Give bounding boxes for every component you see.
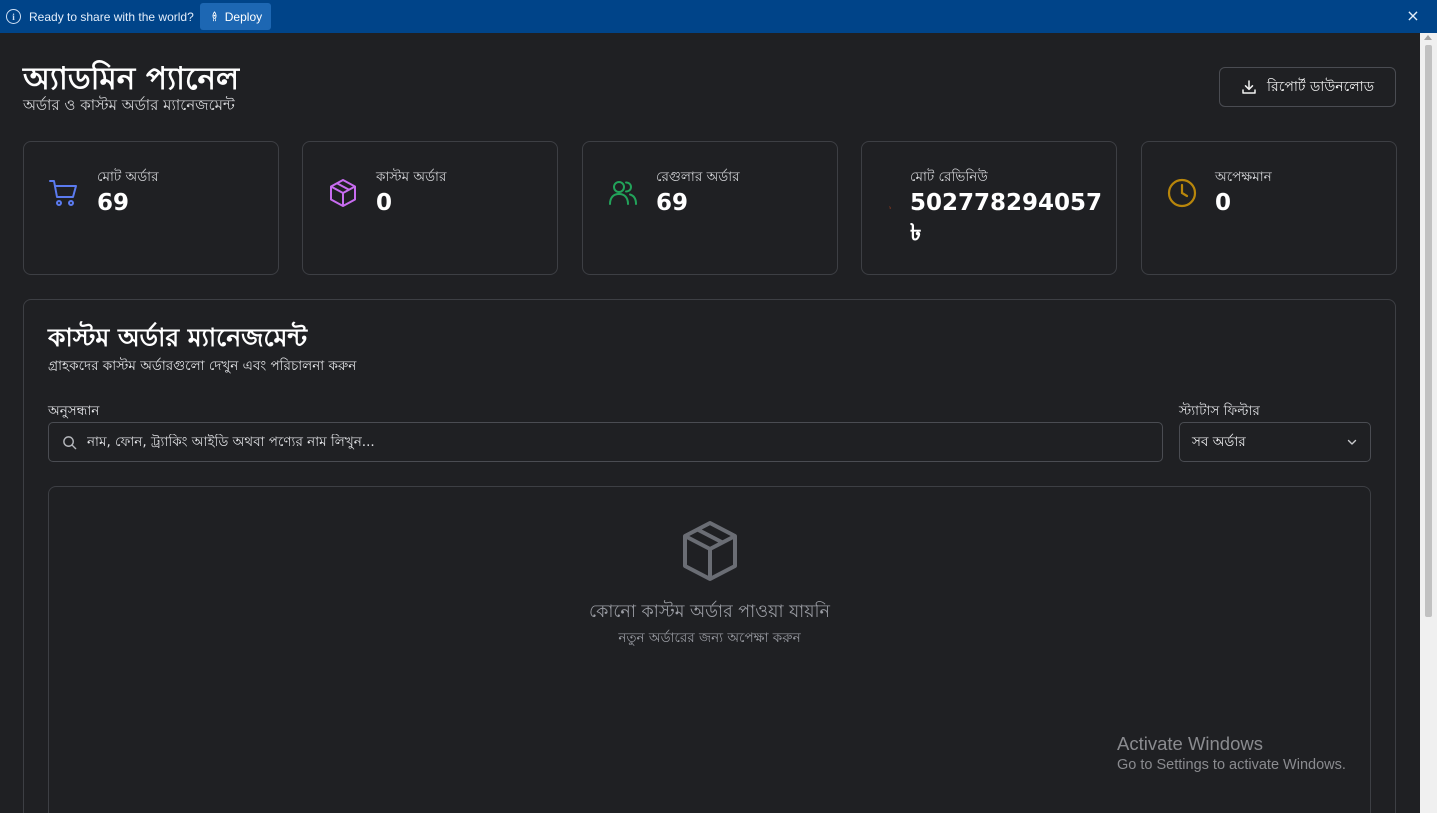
report-download-button[interactable]: রিপোর্ট ডাউনলোড [1219,67,1396,107]
vertical-scrollbar[interactable] [1420,33,1437,813]
stat-value: 502778294057 ৳ [910,190,1103,246]
stat-card-pending: অপেক্ষমান 0 [1141,141,1397,275]
close-icon[interactable]: × [1405,8,1421,24]
deploy-message: Ready to share with the world? [29,9,194,24]
package-icon [330,179,356,207]
activate-windows-watermark: Activate Windows Go to Settings to activ… [1117,733,1346,773]
stat-card-total-revenue: ৳ মোট রেভিনিউ 502778294057 ৳ [861,141,1117,275]
stat-card-total-orders: মোট অর্ডার 69 [23,141,279,275]
status-filter-label: স্ট্যাটাস ফিল্টার [1179,403,1260,419]
users-icon [609,181,637,205]
empty-state-title: কোনো কাস্টম অর্ডার পাওয়া যায়নি [588,602,830,622]
deploy-button[interactable]: Deploy [199,3,272,30]
info-icon: i [6,9,21,24]
main-content: অ্যাডমিন প্যানেল অর্ডার ও কাস্টম অর্ডার … [0,33,1420,813]
download-icon [1242,80,1256,94]
panel-subtitle: গ্রাহকদের কাস্টম অর্ডারগুলো দেখুন এবং পর… [48,358,357,374]
status-filter-select[interactable]: সব অর্ডার [1179,422,1371,462]
stat-card-regular-orders: রেগুলার অর্ডার 69 [582,141,838,275]
clock-icon [1167,178,1197,208]
scrollbar-thumb[interactable] [1425,45,1432,617]
chevron-down-icon [1347,439,1357,445]
deploy-notification-bar: i Ready to share with the world? Deploy … [0,0,1437,33]
search-label: অনুসন্ধান [48,403,100,419]
stat-value: 0 [1215,190,1232,216]
stat-value: 0 [376,190,393,216]
status-filter-value: সব অর্ডার [1192,433,1246,450]
search-field[interactable] [48,422,1163,462]
package-icon [683,521,737,581]
stat-label: মোট অর্ডার [97,169,159,185]
cart-icon [49,180,77,206]
watermark-title: Activate Windows [1117,733,1263,754]
scroll-up-arrow-icon[interactable] [1424,35,1432,40]
stat-card-custom-orders: কাস্টম অর্ডার 0 [302,141,558,275]
report-download-label: রিপোর্ট ডাউনলোড [1266,79,1375,95]
stat-label: অপেক্ষমান [1215,169,1272,185]
rocket-icon [212,11,217,22]
page-subtitle: অর্ডার ও কাস্টম অর্ডার ম্যানেজমেন্ট [23,96,235,114]
stat-label: কাস্টম অর্ডার [376,169,447,185]
stat-label: রেগুলার অর্ডার [656,169,740,185]
svg-text:৳: ৳ [889,206,894,209]
stat-value: 69 [97,190,130,216]
search-input[interactable] [87,434,1147,450]
deploy-label: Deploy [224,9,263,24]
empty-state-subtitle: নতুন অর্ডারের জন্য অপেক্ষা করুন [618,630,801,646]
watermark-subtitle: Go to Settings to activate Windows. [1117,757,1346,773]
stat-label: মোট রেভিনিউ [910,169,988,185]
stat-value: 69 [656,190,689,216]
search-icon [63,435,77,449]
